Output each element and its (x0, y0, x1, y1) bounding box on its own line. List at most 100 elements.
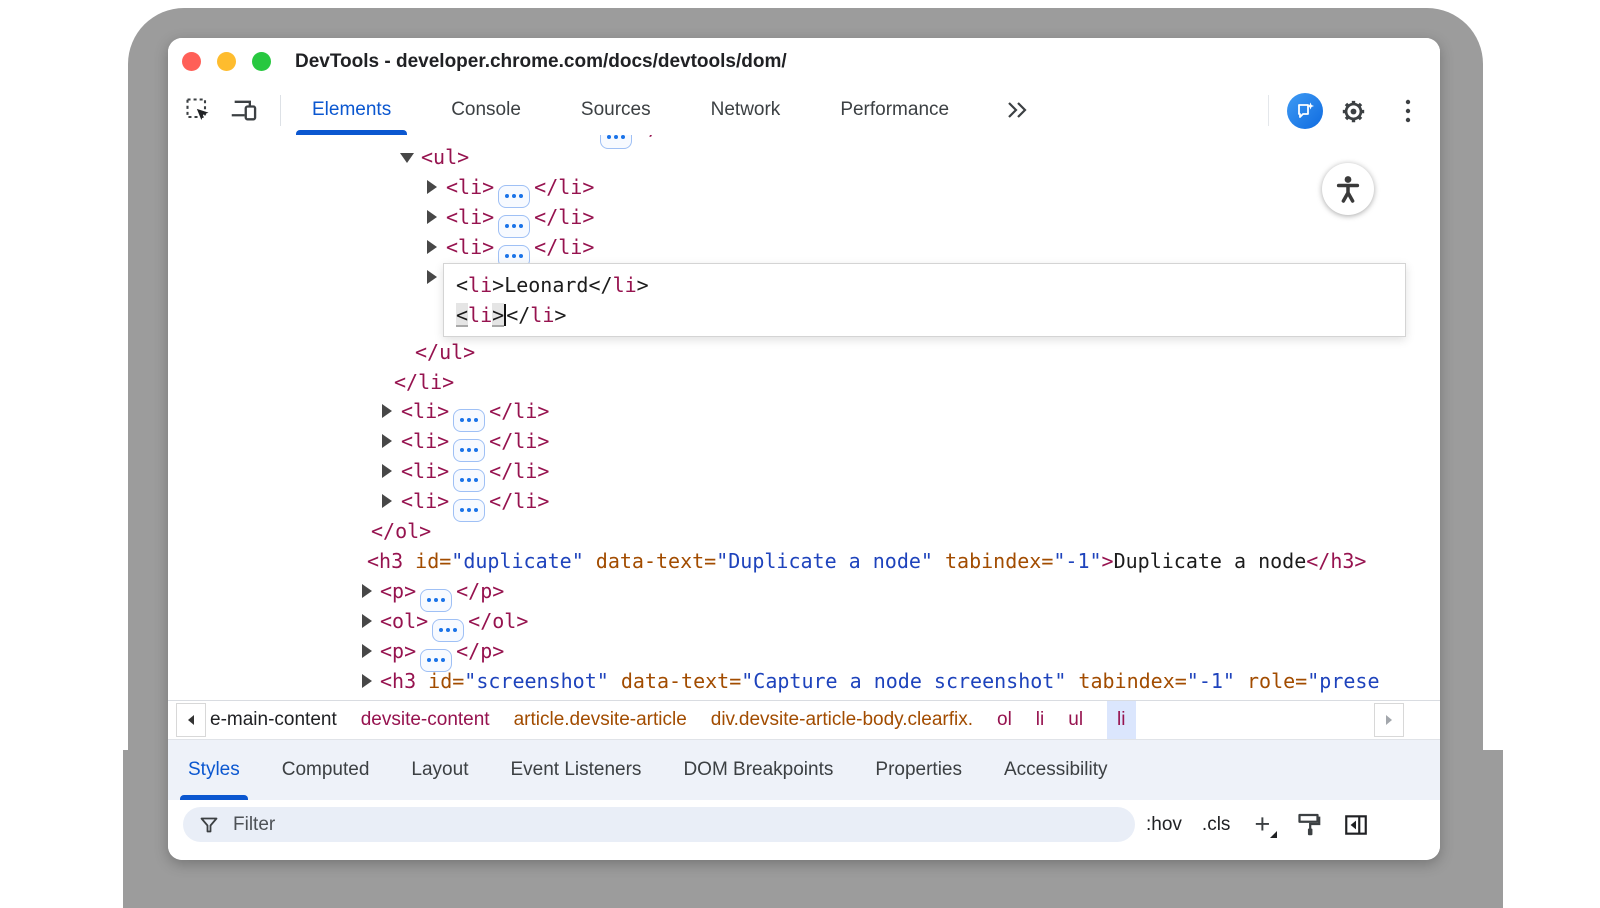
accessibility-widget-button[interactable] (1322, 163, 1374, 215)
zoom-window-button[interactable] (252, 52, 271, 71)
styles-filter-input[interactable] (231, 813, 1035, 837)
syntax-token: <ol> (380, 609, 428, 633)
breadcrumb-item[interactable]: div.devsite-article-body.clearfix. (711, 701, 973, 739)
syntax-token: "Capture a node screenshot" (741, 669, 1078, 693)
syntax-token: <li> (401, 399, 449, 423)
dom-row[interactable]: <li></li> (168, 396, 1440, 426)
tab-computed[interactable]: Computed (282, 740, 370, 800)
expand-closed-icon[interactable] (427, 240, 437, 254)
syntax-token: <li> (446, 175, 494, 199)
dom-row[interactable]: <ol></ol> (168, 606, 1440, 636)
expand-closed-icon[interactable] (362, 584, 372, 598)
syntax-token: <li> (548, 135, 596, 140)
syntax-token: </li> (534, 235, 594, 259)
breadcrumb-scroll-left-button[interactable] (176, 703, 206, 737)
breadcrumb-item[interactable]: e-main-content (210, 701, 337, 739)
filter-bar-actions: :hov .cls + (1146, 800, 1370, 849)
rendering-emulations-brush-icon[interactable] (1294, 811, 1322, 839)
new-style-rule-button[interactable]: + (1250, 811, 1274, 838)
dom-row[interactable]: </ol> (168, 516, 1440, 546)
dom-row[interactable]: <li></li> (168, 426, 1440, 456)
chevrons-right-icon (1004, 99, 1030, 121)
filter-pill[interactable] (183, 807, 1135, 842)
edit-line[interactable]: <li>Leonard</li> (456, 270, 1405, 300)
syntax-token: "Duplicate a node" (716, 549, 945, 573)
syntax-token: "prese (1307, 669, 1379, 693)
syntax-token: li (468, 273, 492, 297)
expand-closed-icon[interactable] (427, 270, 437, 284)
tab-layout[interactable]: Layout (411, 740, 468, 800)
minimize-window-button[interactable] (217, 52, 236, 71)
expand-closed-icon[interactable] (362, 614, 372, 628)
breadcrumb-item[interactable]: li (1036, 701, 1044, 739)
dom-row[interactable]: <p></p> (168, 636, 1440, 666)
inspect-icon[interactable] (184, 96, 212, 124)
expand-closed-icon[interactable] (427, 210, 437, 224)
tab-properties[interactable]: Properties (875, 740, 962, 800)
dom-row[interactable]: <li> </li> (168, 232, 1440, 262)
dom-row-text: </ol> (371, 516, 431, 546)
toggle-element-state-button[interactable]: :hov (1146, 814, 1182, 836)
expand-closed-icon[interactable] (427, 180, 437, 194)
tab-sources[interactable]: Sources (563, 86, 669, 135)
breadcrumb-item[interactable]: ul (1068, 701, 1083, 739)
breadcrumb-item[interactable]: li (1107, 701, 1135, 739)
tab-dom-breakpoints[interactable]: DOM Breakpoints (683, 740, 833, 800)
dom-row[interactable]: </li> (168, 367, 1440, 397)
tab-styles[interactable]: Styles (188, 740, 240, 800)
syntax-token: </ (588, 273, 612, 297)
dom-row[interactable]: <li></li> (168, 486, 1440, 516)
dom-row[interactable]: <li></li> (168, 202, 1440, 232)
gear-icon (1340, 98, 1367, 125)
devtools-toolbar: Elements Console Sources Network Perform… (168, 86, 1440, 136)
expand-closed-icon[interactable] (362, 644, 372, 658)
settings-gear-icon[interactable] (1339, 97, 1367, 125)
element-classes-button[interactable]: .cls (1202, 814, 1231, 836)
syntax-token: tabindex= (945, 549, 1053, 573)
ai-bubble-icon (1295, 101, 1315, 121)
syntax-token: <li> (446, 235, 494, 259)
dom-row[interactable]: </ul> (168, 337, 1440, 367)
breadcrumb-item[interactable]: devsite-content (361, 701, 490, 739)
tab-event-listeners[interactable]: Event Listeners (510, 740, 641, 800)
expand-open-icon[interactable] (400, 153, 414, 163)
dom-row[interactable]: <h3 id="screenshot" data-text="Capture a… (168, 666, 1440, 696)
toggle-sidebar-panel-icon[interactable] (1342, 811, 1370, 839)
dom-row[interactable]: <li> </li> (168, 172, 1440, 202)
tab-network[interactable]: Network (693, 86, 799, 135)
device-toolbar-icon[interactable] (230, 96, 258, 124)
close-window-button[interactable] (182, 52, 201, 71)
syntax-token: </li> (534, 175, 594, 199)
dom-tree[interactable]: <li>Leonard</li> <li></li> <li></li><ul>… (168, 135, 1440, 700)
breadcrumb-item[interactable]: article.devsite-article (514, 701, 687, 739)
syntax-token: </li> (489, 489, 549, 513)
edit-box[interactable]: <li>Leonard</li> <li></li> (443, 263, 1406, 337)
syntax-token: </ul> (415, 340, 475, 364)
expand-closed-icon[interactable] (382, 434, 392, 448)
tab-accessibility[interactable]: Accessibility (1004, 740, 1107, 800)
edit-line[interactable]: <li></li> (456, 300, 1405, 330)
expand-closed-icon[interactable] (382, 404, 392, 418)
breadcrumb-scroll-right-button[interactable] (1374, 703, 1404, 737)
syntax-token: data-text= (596, 549, 716, 573)
more-tabs-icon[interactable] (1004, 99, 1030, 126)
syntax-token: </h3> (1306, 549, 1366, 573)
dom-row[interactable]: <h3 id="duplicate" data-text="Duplicate … (168, 546, 1440, 576)
accessibility-person-icon (1333, 174, 1363, 204)
dom-row[interactable]: <p></p> (168, 576, 1440, 606)
tab-performance[interactable]: Performance (822, 86, 967, 135)
breadcrumb-item[interactable]: ol (997, 701, 1012, 739)
more-menu-icon[interactable] (1396, 97, 1420, 125)
expand-closed-icon[interactable] (362, 674, 372, 688)
dom-row[interactable]: <ul> (168, 142, 1440, 172)
tab-elements[interactable]: Elements (294, 86, 409, 135)
syntax-token: li (468, 303, 492, 327)
dom-row-text: <ul> (421, 142, 469, 172)
syntax-token: <li> (401, 459, 449, 483)
ai-assistant-icon[interactable] (1287, 93, 1323, 129)
expand-closed-icon[interactable] (382, 494, 392, 508)
syntax-token: <p> (380, 579, 416, 603)
dom-row[interactable]: <li></li> (168, 456, 1440, 486)
tab-console[interactable]: Console (433, 86, 539, 135)
expand-closed-icon[interactable] (382, 464, 392, 478)
